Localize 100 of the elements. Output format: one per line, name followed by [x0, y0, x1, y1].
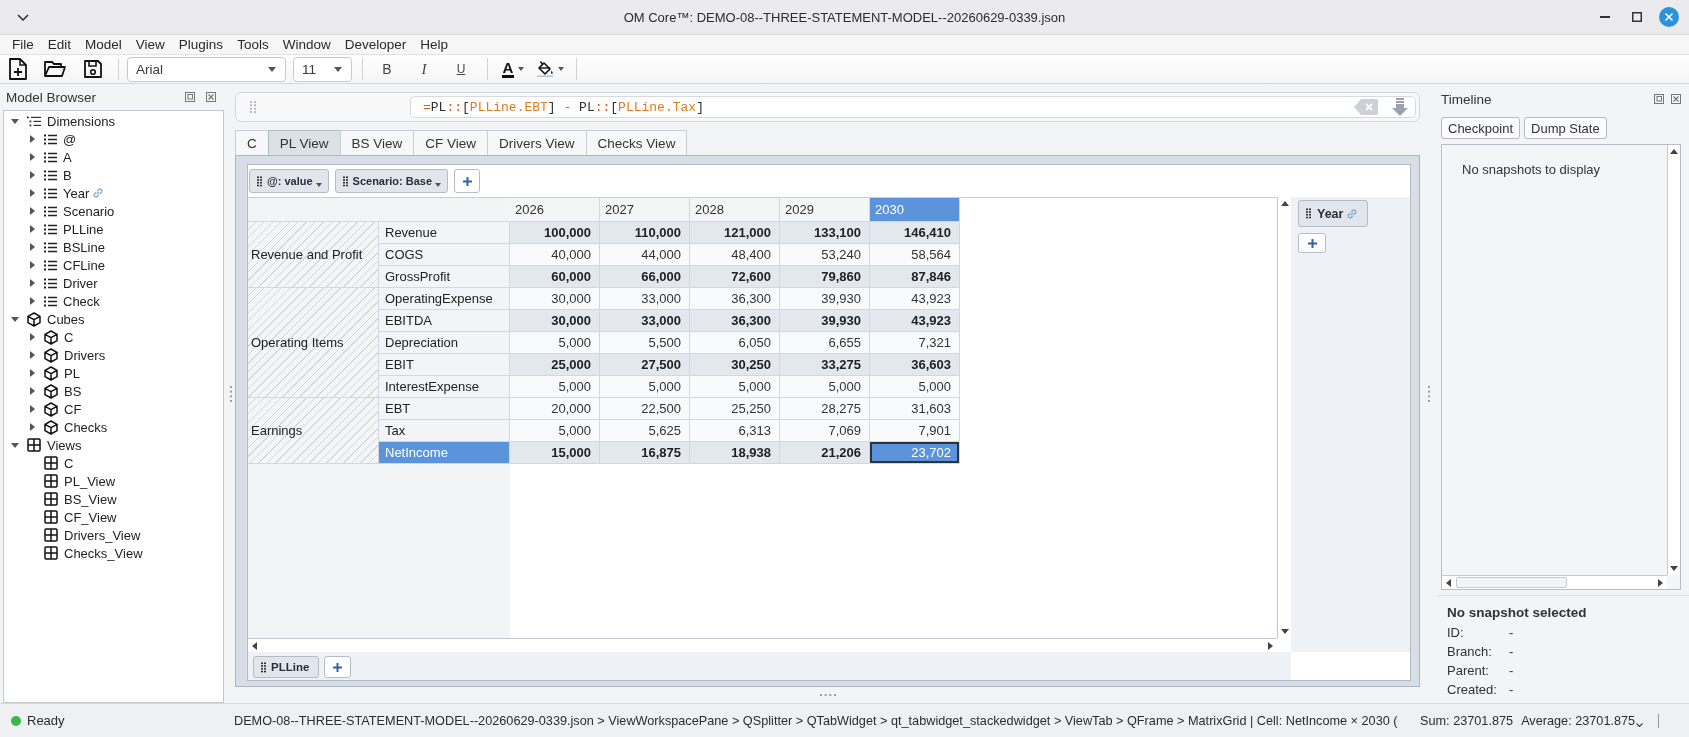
tree-item[interactable]: Driver [44, 275, 100, 291]
table-cell[interactable]: 6,050 [690, 332, 780, 354]
table-cell[interactable]: 5,625 [600, 420, 690, 442]
caret-right-icon[interactable] [29, 207, 35, 215]
table-cell[interactable]: 53,240 [780, 244, 870, 266]
table-cell[interactable]: 20,000 [510, 398, 600, 420]
table-cell[interactable]: 39,930 [780, 310, 870, 332]
right-arrow-icon[interactable] [1268, 641, 1273, 650]
add-row-button[interactable] [324, 656, 352, 678]
table-cell[interactable]: 36,300 [690, 310, 780, 332]
table-cell[interactable]: 110,000 [600, 222, 690, 244]
caret-right-icon[interactable] [29, 297, 35, 305]
vertical-scrollbar[interactable] [1667, 145, 1680, 575]
menu-item[interactable]: Developer [337, 36, 414, 53]
table-cell[interactable]: 5,000 [870, 376, 960, 398]
caret-right-icon[interactable] [29, 405, 35, 413]
scrollbar-thumb[interactable] [1456, 577, 1567, 588]
column-header[interactable]: 2029 [780, 198, 870, 222]
panel-button[interactable]: Dump State [1524, 117, 1607, 139]
menu-item[interactable]: File [5, 36, 41, 53]
menu-item[interactable]: Window [275, 36, 338, 53]
menu-item[interactable]: Edit [40, 36, 79, 53]
table-cell[interactable]: 44,000 [600, 244, 690, 266]
table-cell[interactable]: 36,300 [690, 288, 780, 310]
splitter-handle[interactable] [1427, 385, 1430, 402]
table-cell[interactable]: 5,000 [510, 376, 600, 398]
maximize-icon[interactable] [1632, 12, 1642, 22]
italic-button[interactable]: I [410, 57, 438, 81]
caret-right-icon[interactable] [29, 423, 35, 431]
table-cell[interactable]: 31,603 [870, 398, 960, 420]
table-cell[interactable]: 79,860 [780, 266, 870, 288]
menu-item[interactable]: Model [78, 36, 129, 53]
bold-button[interactable]: B [373, 57, 401, 81]
tree-item[interactable]: C [44, 329, 76, 345]
tree-item[interactable]: PL [44, 365, 82, 381]
table-cell[interactable]: 15,000 [510, 442, 600, 464]
caret-right-icon[interactable] [29, 279, 35, 287]
table-cell[interactable]: 5,000 [510, 332, 600, 354]
table-cell[interactable]: 58,564 [870, 244, 960, 266]
tree-item[interactable]: PLLine [44, 221, 106, 237]
menu-item[interactable]: Tools [230, 36, 276, 53]
new-file-icon[interactable] [9, 58, 27, 80]
table-cell[interactable]: 6,313 [690, 420, 780, 442]
axis-chip[interactable]: Year [1298, 200, 1369, 227]
tab[interactable]: C [235, 130, 269, 155]
caret-right-icon[interactable] [29, 369, 35, 377]
row-header[interactable]: EBITDA [379, 310, 510, 332]
table-cell[interactable]: 100,000 [510, 222, 600, 244]
table-cell[interactable]: 18,938 [690, 442, 780, 464]
tree-item[interactable]: CF [44, 401, 84, 417]
table-cell[interactable]: 7,321 [870, 332, 960, 354]
table-cell[interactable]: 87,846 [870, 266, 960, 288]
chevron-down-icon[interactable] [17, 13, 29, 21]
tree-item[interactable]: Check [44, 293, 102, 309]
tab[interactable]: BS View [339, 130, 415, 155]
splitter-handle[interactable] [229, 385, 232, 402]
row-header[interactable]: EBIT [379, 354, 510, 376]
menu-item[interactable]: View [128, 36, 172, 53]
tree-item[interactable]: Cubes [27, 311, 87, 327]
table-cell[interactable]: 60,000 [510, 266, 600, 288]
caret-right-icon[interactable] [29, 351, 35, 359]
right-arrow-icon[interactable] [1658, 578, 1663, 587]
caret-down-icon[interactable] [11, 442, 19, 448]
caret-right-icon[interactable] [29, 135, 35, 143]
tree-item[interactable]: Drivers_View [44, 527, 143, 543]
table-cell[interactable]: 33,275 [780, 354, 870, 376]
close-icon[interactable] [206, 92, 216, 102]
tree-item[interactable]: Scenario [44, 203, 117, 219]
tree-item[interactable]: @ [44, 131, 79, 147]
tree-item[interactable]: Checks [44, 419, 110, 435]
tree-item[interactable]: A [44, 149, 74, 165]
menu-item[interactable]: Plugins [171, 36, 231, 53]
table-cell[interactable]: 5,500 [600, 332, 690, 354]
table-cell[interactable]: 43,923 [870, 288, 960, 310]
horizontal-scrollbar[interactable] [248, 638, 1277, 652]
table-cell[interactable]: 7,901 [870, 420, 960, 442]
table-cell[interactable]: 146,410 [870, 222, 960, 244]
table-cell[interactable]: 36,603 [870, 354, 960, 376]
row-header[interactable]: InterestExpense [379, 376, 510, 398]
table-cell[interactable]: 40,000 [510, 244, 600, 266]
table-cell[interactable]: 5,000 [510, 420, 600, 442]
tree-item[interactable]: Checks_View [44, 545, 145, 561]
table-cell[interactable]: 5,000 [600, 376, 690, 398]
left-arrow-icon[interactable] [252, 641, 257, 650]
table-cell[interactable]: 48,400 [690, 244, 780, 266]
down-arrow-icon[interactable] [1280, 629, 1289, 634]
table-cell[interactable]: 25,250 [690, 398, 780, 420]
tree-item[interactable]: BS [44, 383, 84, 399]
folder-icon[interactable] [44, 60, 66, 78]
caret-right-icon[interactable] [29, 333, 35, 341]
column-header[interactable]: 2026 [510, 198, 600, 222]
horizontal-scrollbar[interactable] [1442, 575, 1667, 589]
panel-button[interactable]: Checkpoint [1441, 117, 1521, 139]
chevron-down-icon[interactable] [1636, 723, 1644, 727]
font-size-combo[interactable]: 11 [293, 56, 352, 82]
table-cell[interactable]: 33,000 [600, 288, 690, 310]
row-header[interactable]: Revenue [379, 222, 510, 244]
caret-right-icon[interactable] [29, 153, 35, 161]
up-arrow-icon[interactable] [1280, 201, 1289, 206]
table-cell[interactable]: 33,000 [600, 310, 690, 332]
